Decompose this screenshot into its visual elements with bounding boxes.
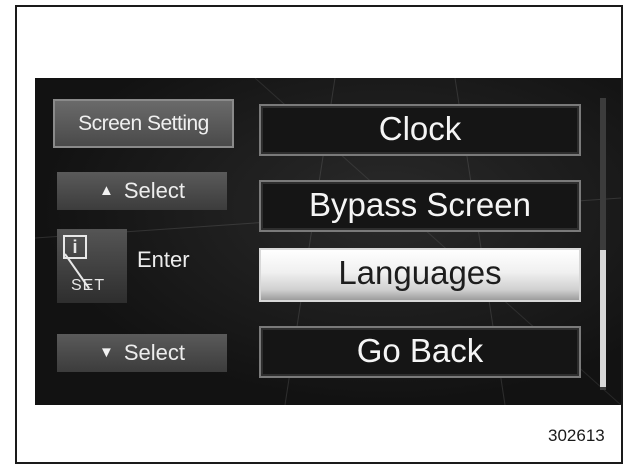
scrollbar-track[interactable]: [600, 98, 606, 390]
select-down-button[interactable]: ▼ Select: [57, 334, 227, 372]
select-down-label: Select: [123, 340, 185, 365]
figure-number: 302613: [548, 426, 605, 445]
set-label: SET: [71, 277, 106, 294]
settings-menu: Clock Bypass Screen Languages Go Back: [253, 78, 593, 405]
menu-item-languages[interactable]: Languages: [259, 248, 581, 302]
menu-item-bypass-screen[interactable]: Bypass Screen: [259, 180, 581, 232]
select-up-label: Select: [123, 178, 185, 203]
screen-setting-title: Screen Setting: [53, 99, 234, 148]
enter-label: Enter: [137, 247, 190, 272]
down-triangle-icon: ▼: [98, 344, 114, 361]
menu-item-clock[interactable]: Clock: [259, 104, 581, 156]
display-screen: Screen Setting ▲ Select i SET Enter ▼ Se…: [35, 78, 621, 405]
scrollbar-thumb[interactable]: [600, 250, 606, 387]
enter-button[interactable]: i SET Enter: [57, 229, 237, 303]
select-up-button[interactable]: ▲ Select: [57, 172, 227, 210]
menu-item-go-back[interactable]: Go Back: [259, 326, 581, 378]
up-triangle-icon: ▲: [98, 182, 114, 199]
info-set-icon: i SET: [57, 229, 127, 303]
